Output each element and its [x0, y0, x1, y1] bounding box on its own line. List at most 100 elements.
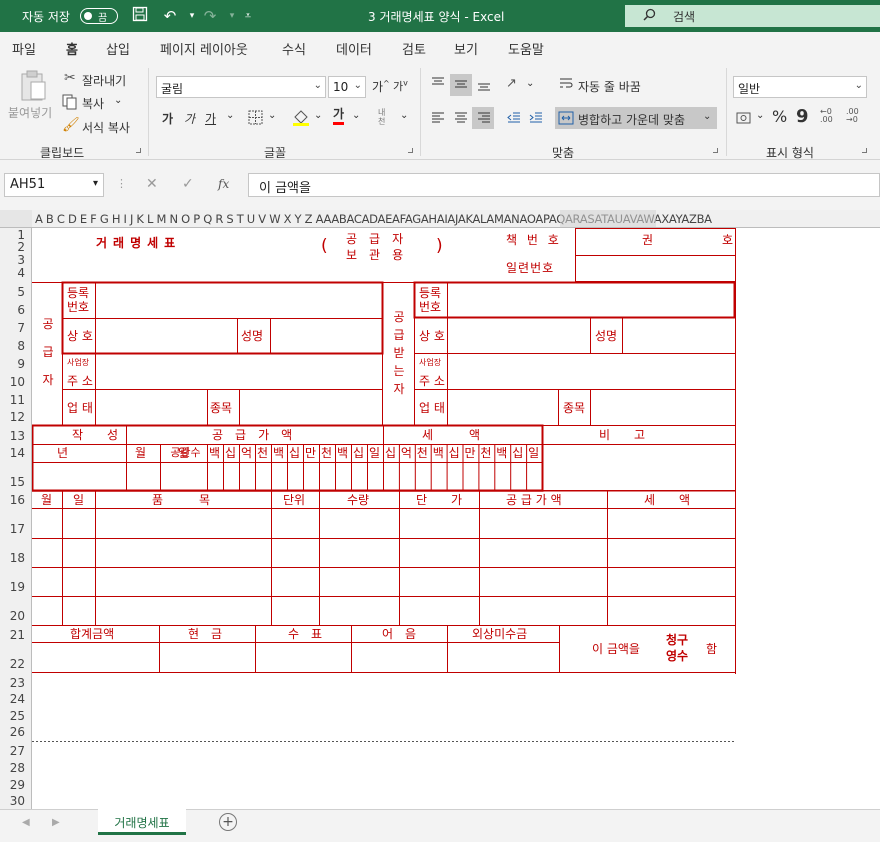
decrease-indent-icon[interactable] [506, 110, 522, 129]
align-bottom-icon[interactable] [476, 76, 492, 95]
copy-button[interactable]: 복사 [82, 95, 104, 112]
tab-review[interactable]: 검토 [402, 39, 426, 58]
increase-decimal-icon[interactable]: ←0.00 [820, 108, 833, 124]
font-color-dropdown-icon[interactable]: ⌄ [352, 110, 360, 121]
row-header[interactable]: 18 [10, 551, 25, 565]
align-top-icon[interactable] [430, 76, 446, 95]
row-header[interactable]: 10 [10, 375, 25, 389]
orientation-icon[interactable]: ↗ [506, 76, 517, 91]
formula-input[interactable]: 이 금액을 [248, 173, 880, 197]
row-header[interactable]: 2 [17, 240, 25, 254]
undo-icon[interactable]: ↶ [160, 6, 180, 26]
add-sheet-icon[interactable]: + [219, 813, 237, 831]
percent-style-button[interactable]: % [772, 107, 787, 126]
align-middle-icon[interactable] [453, 76, 469, 95]
paste-button[interactable]: 붙여넣기 [8, 104, 52, 121]
sheet-tab-active[interactable]: 거래명세표 [98, 809, 186, 835]
phonetic-button[interactable]: 내천 [378, 108, 390, 126]
cut-button[interactable]: 잘라내기 [82, 72, 126, 89]
tab-insert[interactable]: 삽입 [106, 39, 130, 58]
insert-function-button[interactable]: fx [218, 177, 229, 191]
scroll-right-icon[interactable]: ▶ [52, 817, 60, 828]
border-icon[interactable] [248, 110, 263, 128]
underline-dropdown-icon[interactable]: ⌄ [226, 110, 234, 121]
alignment-launcher-icon[interactable] [713, 148, 718, 153]
select-all-corner[interactable] [0, 210, 32, 227]
cancel-icon[interactable]: ✕ [146, 176, 158, 192]
row-header[interactable]: 20 [10, 609, 25, 623]
wrap-text-button[interactable]: 자동 줄 바꿈 [578, 78, 641, 95]
copy-dropdown-icon[interactable]: ⌄ [114, 95, 122, 106]
italic-button[interactable]: 가 [184, 110, 195, 127]
paste-icon[interactable] [18, 70, 48, 105]
worksheet-grid[interactable]: 거래명세표 ( 공 급 자 보 관 용 ) 책 번 호 권 호 일련번호 공급자… [32, 228, 880, 809]
number-launcher-icon[interactable] [862, 148, 867, 153]
tab-view[interactable]: 보기 [454, 39, 478, 58]
enter-icon[interactable]: ✓ [182, 176, 194, 192]
autosave-toggle[interactable]: 끔 [80, 8, 118, 24]
tab-data[interactable]: 데이터 [336, 39, 372, 58]
row-header[interactable]: 25 [10, 709, 25, 723]
bold-button[interactable]: 가 [162, 110, 173, 127]
merge-dropdown-icon[interactable]: ⌄ [703, 111, 711, 122]
row-header[interactable]: 8 [17, 339, 25, 353]
row-header[interactable]: 4 [17, 266, 25, 280]
row-header[interactable]: 7 [17, 321, 25, 335]
row-header[interactable]: 30 [10, 794, 25, 808]
row-header[interactable]: 27 [10, 744, 25, 758]
border-dropdown-icon[interactable]: ⌄ [268, 110, 276, 121]
tab-home[interactable]: 홈 [64, 39, 80, 65]
grow-font-button[interactable]: 가^ [372, 78, 390, 95]
row-header[interactable]: 12 [10, 410, 25, 424]
underline-button[interactable]: 가 [205, 110, 216, 127]
phonetic-dropdown-icon[interactable]: ⌄ [400, 110, 408, 121]
decrease-decimal-icon[interactable]: .00 →0 [846, 108, 859, 124]
comma-style-icon[interactable]: 9 [796, 106, 809, 127]
scroll-left-icon[interactable]: ◀ [22, 817, 30, 828]
font-color-button[interactable]: 가 [333, 107, 345, 125]
row-header[interactable]: 14 [10, 446, 25, 460]
align-left-icon[interactable] [430, 110, 446, 129]
tab-page-layout[interactable]: 페이지 레이아웃 [160, 39, 248, 58]
font-name-select[interactable]: 굴림 ⌄ [156, 76, 326, 98]
orientation-dropdown-icon[interactable]: ⌄ [526, 78, 534, 89]
number-format-select[interactable]: 일반 ⌄ [733, 76, 867, 98]
font-size-select[interactable]: 10 ⌄ [328, 76, 366, 98]
merge-center-button[interactable]: 병합하고 가운데 맞춤 [578, 111, 685, 128]
clipboard-launcher-icon[interactable] [136, 148, 141, 153]
row-header[interactable]: 23 [10, 676, 25, 690]
row-header[interactable]: 28 [10, 761, 25, 775]
redo-icon[interactable]: ↷ [200, 6, 220, 26]
align-right-icon[interactable] [476, 110, 492, 129]
undo-dropdown-icon[interactable]: ▾ [182, 6, 202, 26]
fill-dropdown-icon[interactable]: ⌄ [314, 110, 322, 121]
font-launcher-icon[interactable] [408, 148, 413, 153]
row-header[interactable]: 16 [10, 493, 25, 507]
row-header[interactable]: 3 [17, 253, 25, 267]
save-icon[interactable] [130, 6, 150, 26]
row-header[interactable]: 17 [10, 522, 25, 536]
align-center-icon[interactable] [453, 110, 469, 129]
row-header[interactable]: 19 [10, 580, 25, 594]
row-header[interactable]: 24 [10, 692, 25, 706]
row-header[interactable]: 21 [10, 628, 25, 642]
row-header[interactable]: 13 [10, 429, 25, 443]
fill-color-icon[interactable] [292, 108, 310, 129]
name-box[interactable]: AH51 ▾ [4, 173, 104, 197]
tab-file[interactable]: 파일 [12, 39, 36, 58]
row-header[interactable]: 15 [10, 475, 25, 489]
accounting-format-icon[interactable] [736, 110, 752, 129]
row-header[interactable]: 11 [10, 393, 25, 407]
row-header[interactable]: 9 [17, 357, 25, 371]
tab-help[interactable]: 도움말 [508, 39, 544, 58]
tab-formulas[interactable]: 수식 [282, 39, 306, 58]
row-header[interactable]: 26 [10, 725, 25, 739]
row-header[interactable]: 29 [10, 778, 25, 792]
row-header[interactable]: 5 [17, 285, 25, 299]
format-painter-button[interactable]: 서식 복사 [82, 119, 130, 136]
search-box[interactable]: 검색 [625, 5, 880, 27]
row-header[interactable]: 22 [10, 657, 25, 671]
shrink-font-button[interactable]: 가v [393, 78, 408, 94]
customize-qat-icon[interactable]: ⩡ [238, 6, 258, 26]
increase-indent-icon[interactable] [528, 110, 544, 129]
